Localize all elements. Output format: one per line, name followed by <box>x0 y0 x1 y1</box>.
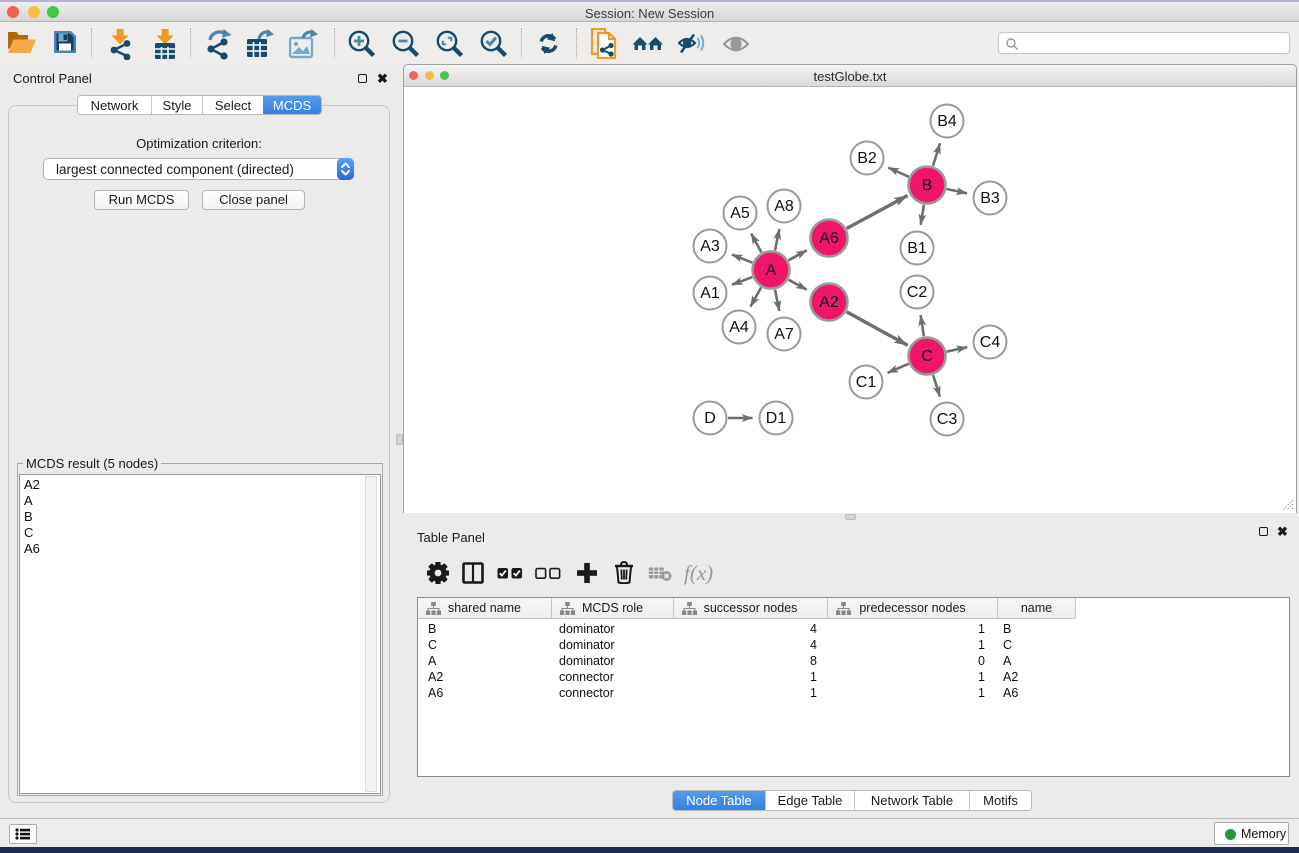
svg-text:A6: A6 <box>819 230 839 247</box>
svg-text:A: A <box>766 262 777 279</box>
svg-text:A4: A4 <box>729 319 749 336</box>
svg-text:C2: C2 <box>907 284 928 301</box>
svg-text:D1: D1 <box>766 410 787 427</box>
svg-text:B4: B4 <box>937 113 957 130</box>
svg-text:D: D <box>704 410 716 427</box>
svg-text:A7: A7 <box>774 326 794 343</box>
svg-text:B2: B2 <box>857 150 877 167</box>
svg-text:B1: B1 <box>907 240 927 257</box>
svg-text:A1: A1 <box>700 285 720 302</box>
svg-text:C1: C1 <box>856 374 877 391</box>
svg-text:C3: C3 <box>937 411 958 428</box>
svg-text:A2: A2 <box>819 294 839 311</box>
svg-text:A3: A3 <box>700 238 720 255</box>
svg-text:B: B <box>922 177 933 194</box>
svg-text:C4: C4 <box>980 334 1001 351</box>
svg-text:A8: A8 <box>774 198 794 215</box>
svg-text:A5: A5 <box>730 205 750 222</box>
svg-text:B3: B3 <box>980 190 1000 207</box>
svg-text:C: C <box>921 348 933 365</box>
